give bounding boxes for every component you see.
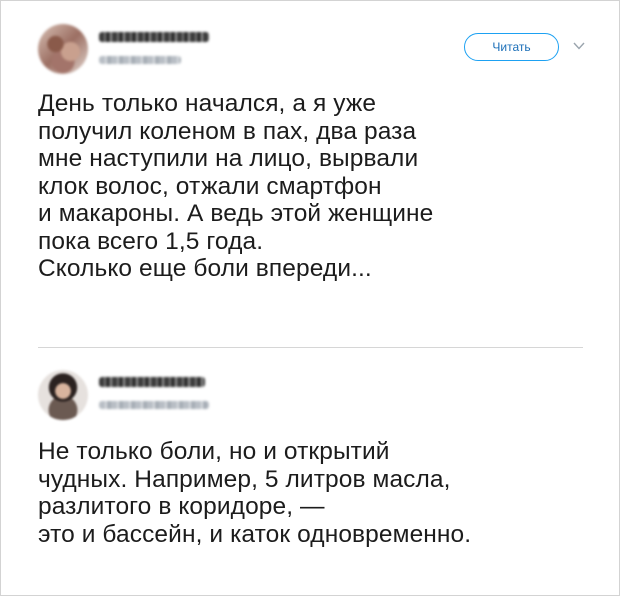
author-handle-blurred[interactable]: [99, 56, 181, 64]
tweet-text: День только начался, а я уже получил кол…: [38, 90, 434, 282]
reply-author-name-blurred[interactable]: [99, 377, 205, 387]
follow-button[interactable]: Читать: [464, 33, 559, 61]
chevron-down-icon[interactable]: [573, 41, 585, 51]
tweet-divider: [38, 347, 583, 348]
author-name-blurred[interactable]: [99, 32, 209, 42]
reply-author-avatar[interactable]: [38, 370, 88, 420]
tweet-screenshot-frame: Читать День только начался, а я уже полу…: [0, 0, 620, 596]
reply-tweet-text: Не только боли, но и открытий чудных. На…: [38, 438, 472, 548]
reply-author-handle-blurred[interactable]: [99, 401, 209, 409]
author-avatar[interactable]: [38, 24, 88, 74]
